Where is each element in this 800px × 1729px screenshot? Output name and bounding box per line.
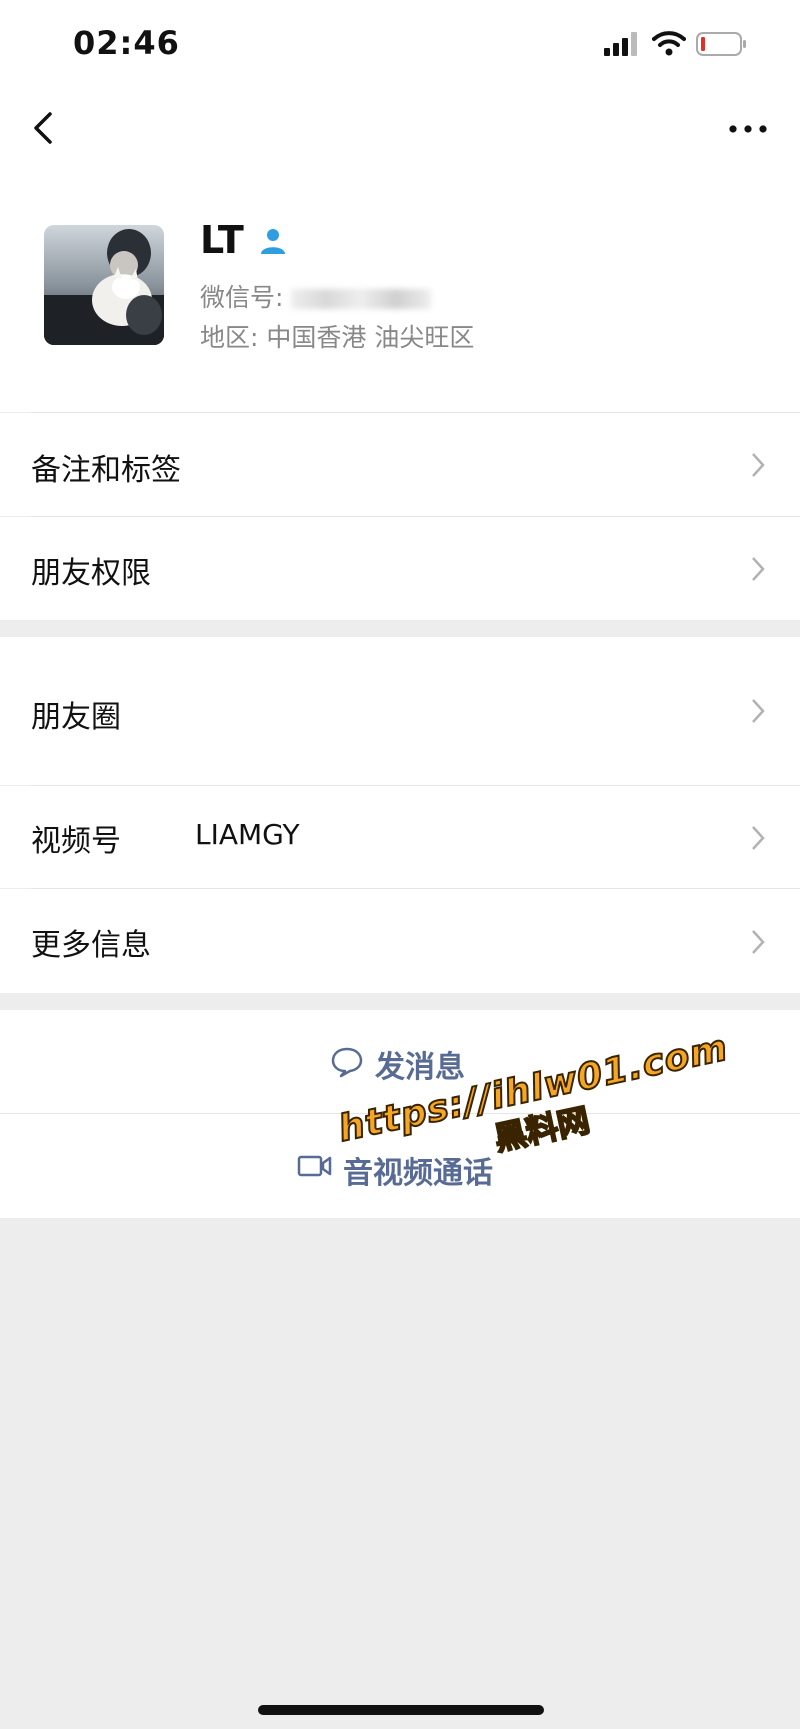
profile-header: LT 微信号: 地区: 中国香港 油尖旺区 [0,170,800,412]
channels-value: LIAMGY [195,818,300,851]
home-indicator[interactable] [258,1705,544,1715]
status-time: 02:46 [73,24,180,62]
wechat-id-label: 微信号: [200,283,284,312]
more-info-label: 更多信息 [31,928,151,963]
region: 地区: 中国香港 油尖旺区 [200,323,475,352]
contact-name: LT [200,218,244,262]
avatar-photo [44,225,164,345]
video-camera-icon [297,1155,332,1177]
signal-icon [604,32,637,56]
status-bar: 02:46 [0,0,800,90]
chevron-right-icon [752,453,765,477]
wechat-id-blurred [291,289,432,309]
wifi-icon [652,31,686,56]
chevron-right-icon [752,930,765,954]
more-info-row[interactable]: 更多信息 [0,889,800,993]
channels-row[interactable]: 视频号 LIAMGY [0,786,800,888]
channels-label: 视频号 [31,824,121,859]
send-message-label: 发消息 [375,1050,465,1085]
chat-bubble-icon [331,1047,363,1078]
wechat-id-row: 微信号: [200,278,432,314]
chevron-right-icon [752,826,765,850]
battery-icon [696,32,746,56]
avatar[interactable] [44,225,164,345]
friend-permissions-label: 朋友权限 [31,556,151,591]
moments-label: 朋友圈 [31,700,121,735]
remarks-tags-row[interactable]: 备注和标签 [0,413,800,516]
nav-bar [0,90,800,170]
back-chevron-icon[interactable] [26,106,66,150]
chevron-right-icon [752,699,765,723]
moments-row[interactable]: 朋友圈 [0,637,800,785]
friend-permissions-row[interactable]: 朋友权限 [0,517,800,620]
contact-profile-page: 02:46 LT 微信号: 地区: 中国香港 油尖旺区 备注和标签 朋友权限 朋… [0,0,800,1729]
more-options-icon[interactable] [726,114,770,144]
chevron-right-icon [752,557,765,581]
verified-user-icon [261,229,285,254]
remarks-tags-label: 备注和标签 [31,453,181,488]
